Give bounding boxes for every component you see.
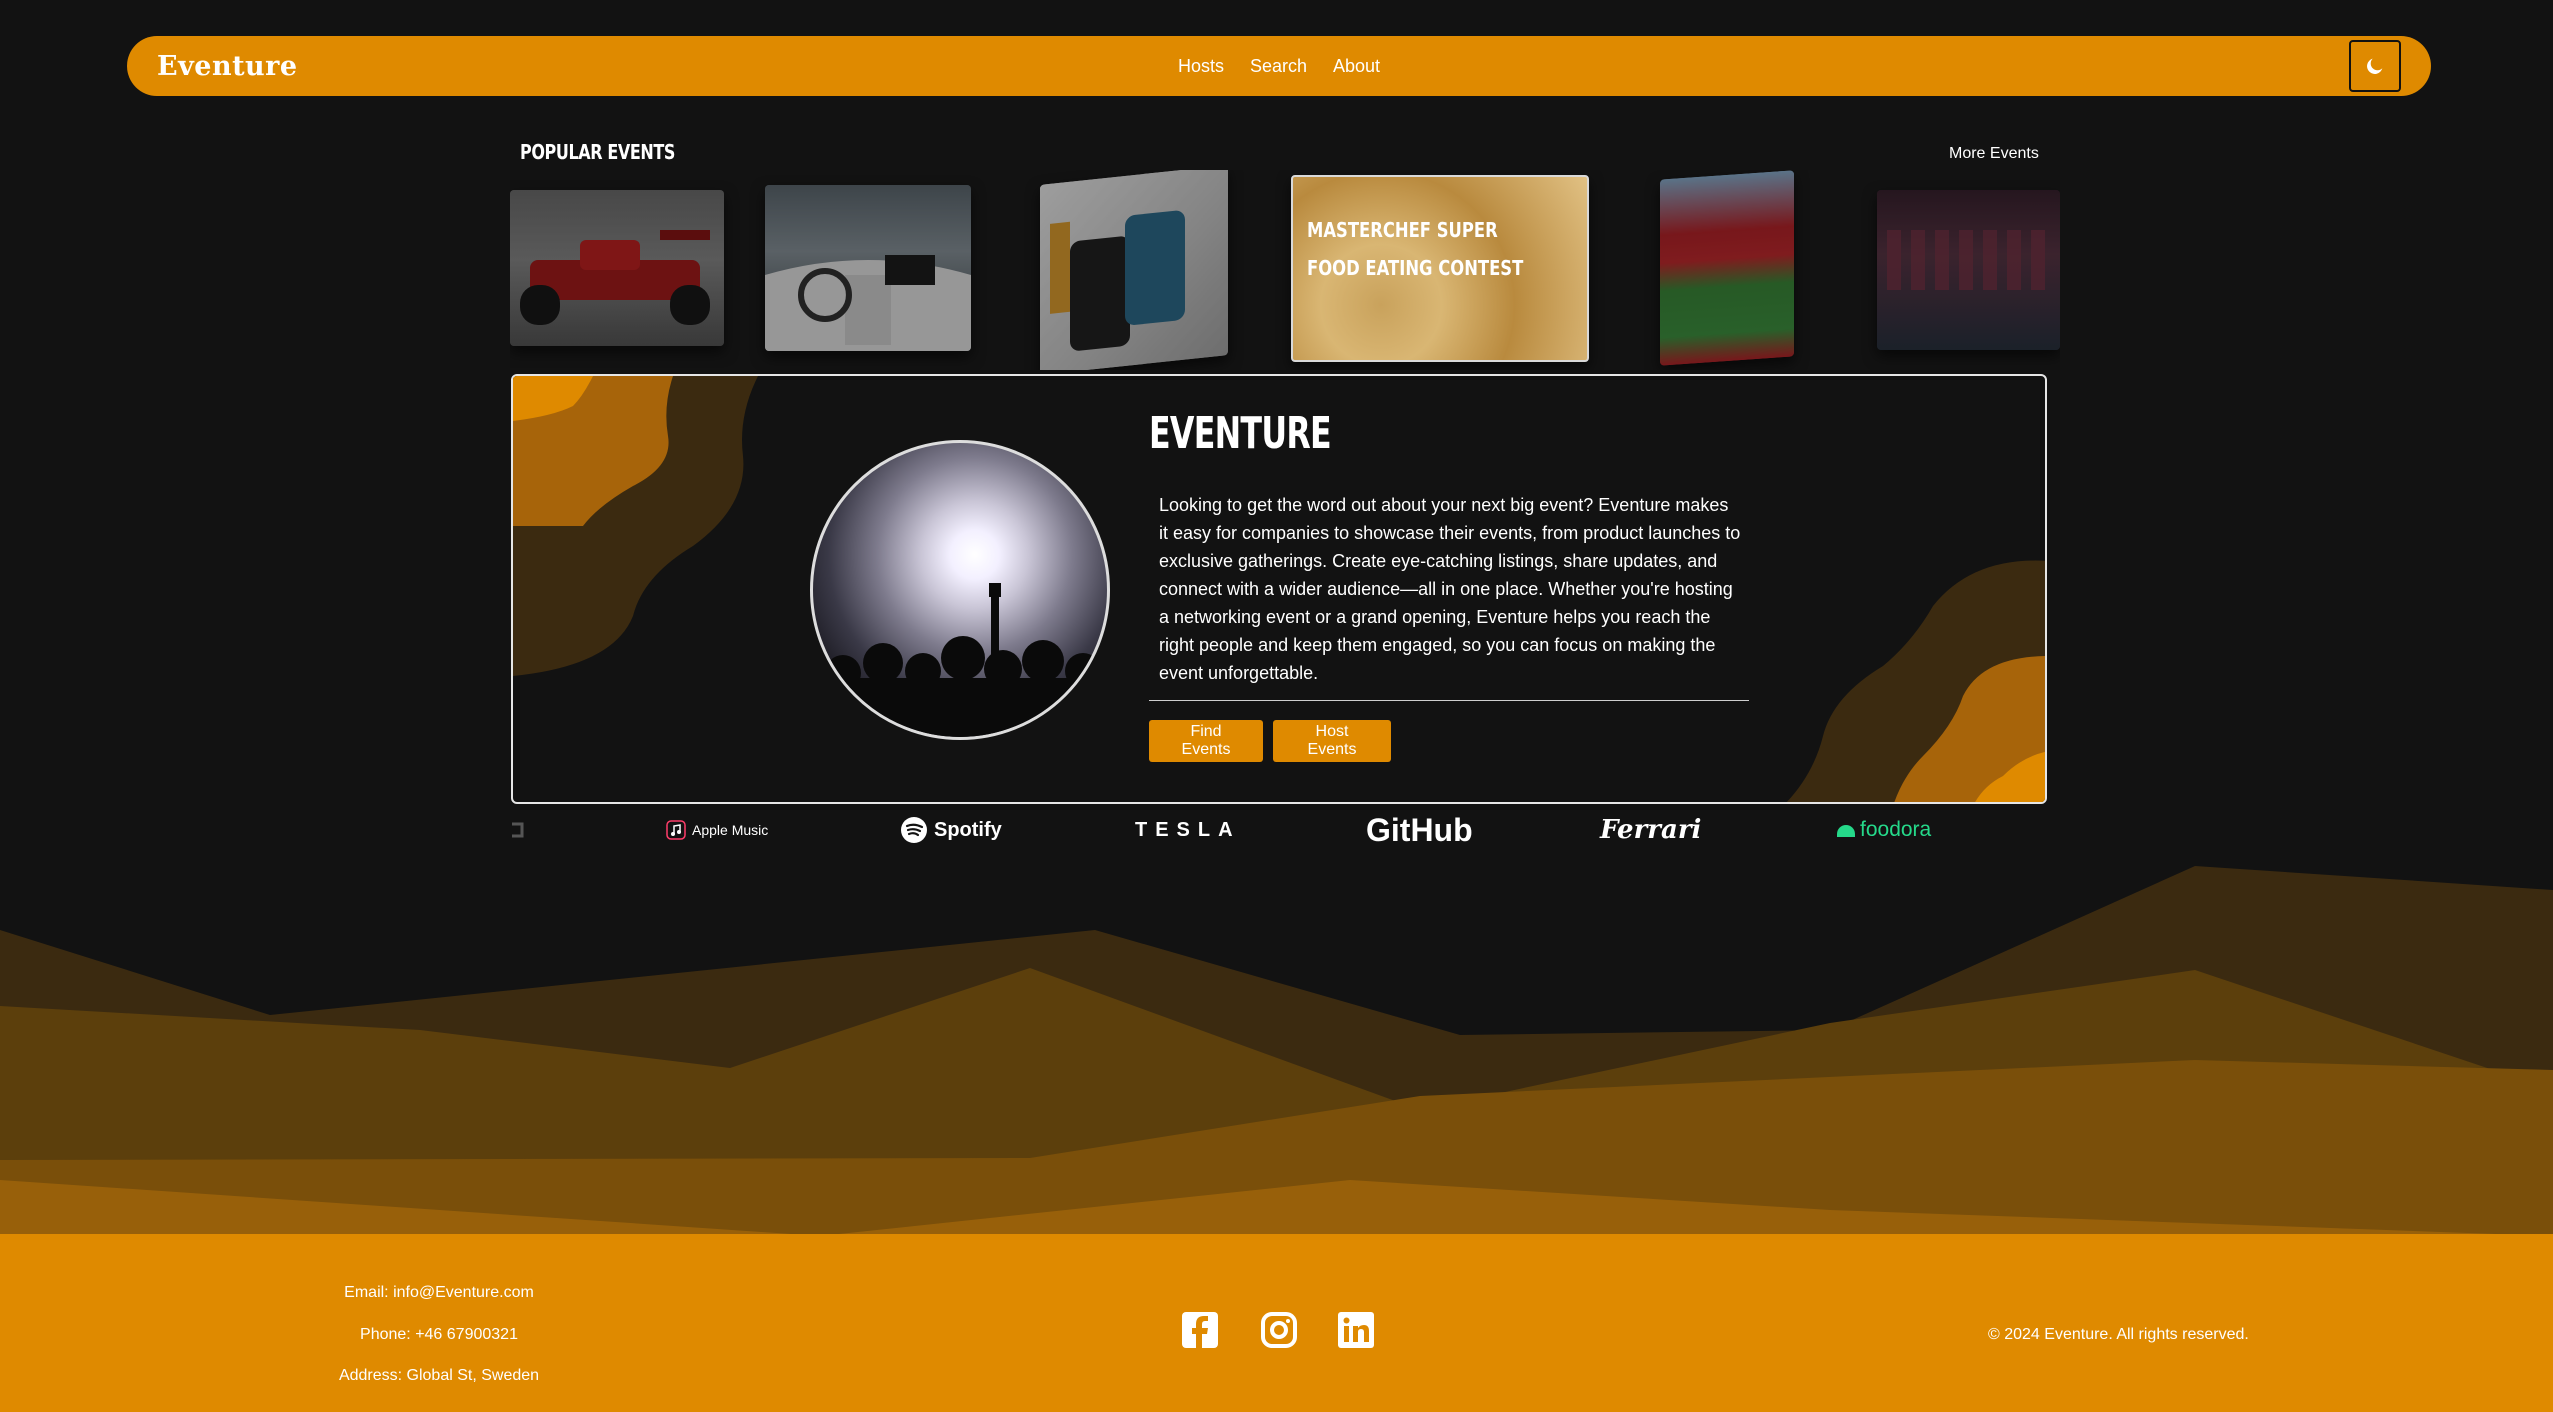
spotify-text: Spotify	[934, 818, 1002, 841]
spotify-icon	[901, 817, 927, 843]
card-overlay	[765, 185, 971, 351]
footer-phone: Phone: +46 67900321	[360, 1326, 518, 1343]
hero-title: EVENTURE	[1149, 408, 1332, 459]
hero-description: Looking to get the word out about your n…	[1159, 495, 1741, 683]
events-carousel: Masterchef Super Food Eating Contest	[510, 170, 2060, 370]
hero-divider	[1149, 700, 1749, 701]
spotify-logo: Spotify	[900, 808, 1002, 852]
tesla-logo: TESLA	[1135, 818, 1241, 841]
card-overlay	[1877, 190, 2060, 350]
more-events-link[interactable]: More Events	[1949, 145, 2039, 163]
partner-logos: Apple Music Spotify TESLA GitHub Ferrari…	[510, 808, 2060, 852]
event-card-featured[interactable]: Masterchef Super Food Eating Contest	[1291, 175, 1589, 362]
theme-toggle-button[interactable]	[2349, 40, 2401, 92]
mountain-decoration	[0, 866, 2553, 1236]
nav-links: Hosts Search About	[1178, 56, 1380, 77]
foodora-icon	[1837, 825, 1855, 837]
instagram-icon[interactable]	[1259, 1310, 1299, 1350]
apple-music-icon	[666, 820, 686, 840]
partial-logo	[510, 808, 530, 852]
nav-link-about[interactable]: About	[1333, 56, 1380, 77]
card-overlay	[1040, 170, 1228, 370]
apple-music-text: Apple Music	[692, 822, 769, 838]
facebook-icon[interactable]	[1180, 1310, 1220, 1350]
card-overlay	[510, 190, 724, 346]
event-card-tesla[interactable]	[765, 185, 971, 351]
card-overlay	[1660, 170, 1794, 366]
github-logo: GitHub	[1366, 811, 1473, 848]
hero-section: EVENTURE Looking to get the word out abo…	[511, 374, 2047, 804]
linkedin-icon[interactable]	[1336, 1310, 1376, 1350]
featured-event-title: Masterchef Super Food Eating Contest	[1307, 218, 1524, 280]
event-card-stadium[interactable]	[1660, 170, 1794, 366]
navbar: Eventure Hosts Search About	[127, 36, 2431, 96]
footer-copyright: © 2024 Eventure. All rights reserved.	[1988, 1326, 2249, 1343]
event-card-iphone[interactable]	[1040, 170, 1228, 370]
ferrari-logo: Ferrari	[1600, 815, 1702, 845]
apple-music-logo: Apple Music	[666, 808, 768, 852]
footer-address: Address: Global St, Sweden	[338, 1367, 540, 1384]
event-card-f1[interactable]	[510, 190, 724, 346]
footer-email: Email: info@Eventure.com	[344, 1284, 534, 1301]
event-card-wine[interactable]	[1877, 190, 2060, 350]
foodora-logo: foodora	[1836, 808, 1931, 852]
nav-link-search[interactable]: Search	[1250, 56, 1307, 77]
nav-link-hosts[interactable]: Hosts	[1178, 56, 1224, 77]
find-events-button[interactable]: Find Events	[1149, 720, 1263, 762]
concert-image	[810, 440, 1110, 740]
foodora-text: foodora	[1860, 818, 1932, 841]
host-events-button[interactable]: Host Events	[1273, 720, 1391, 762]
moon-icon	[2367, 58, 2383, 74]
brand-logo[interactable]: Eventure	[157, 51, 298, 82]
popular-events-title: Popular Events	[520, 140, 675, 164]
